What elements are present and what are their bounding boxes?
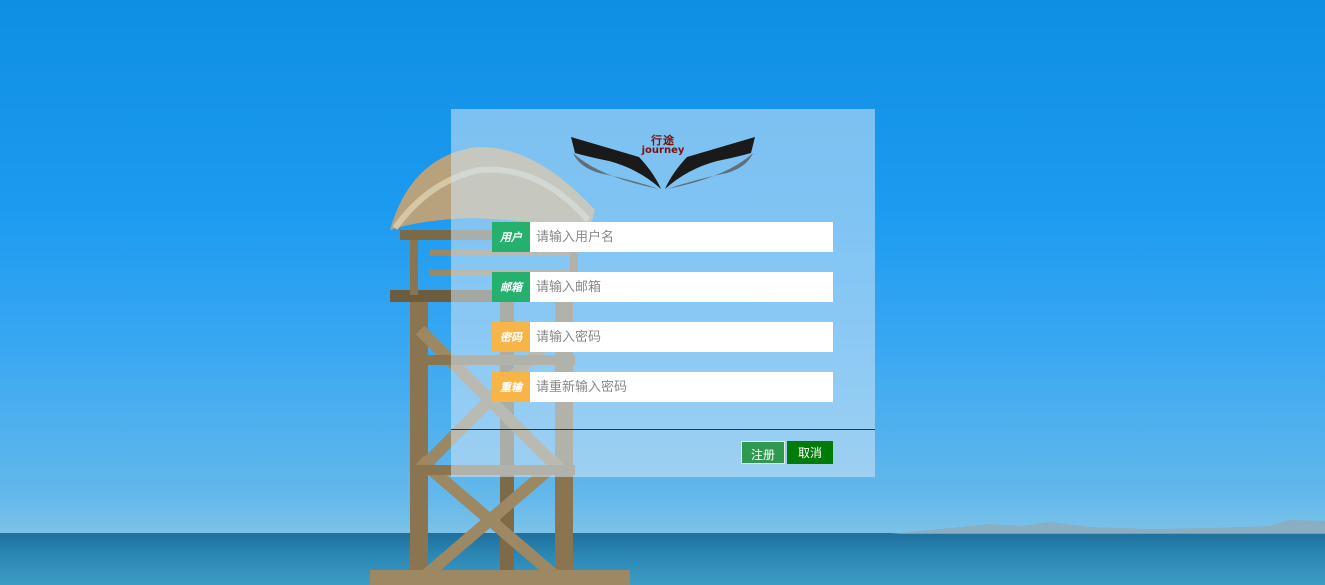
logo-text-english: journey: [641, 145, 685, 156]
username-field: 用户: [492, 222, 833, 252]
username-input[interactable]: [530, 222, 833, 252]
divider: [451, 429, 875, 430]
confirm-password-input[interactable]: [530, 372, 833, 402]
confirm-password-label: 重输: [492, 372, 530, 402]
password-label: 密码: [492, 322, 530, 352]
email-input[interactable]: [530, 272, 833, 302]
email-field: 邮箱: [492, 272, 833, 302]
password-field: 密码: [492, 322, 833, 352]
cancel-button[interactable]: 取消: [787, 441, 833, 464]
sea: [0, 533, 1325, 585]
username-label: 用户: [492, 222, 530, 252]
email-label: 邮箱: [492, 272, 530, 302]
password-input[interactable]: [530, 322, 833, 352]
confirm-password-field: 重输: [492, 372, 833, 402]
register-button[interactable]: 注册: [741, 441, 785, 464]
journey-logo: 行途 journey: [569, 129, 757, 193]
distant-coastline: [890, 520, 1325, 534]
register-panel: 行途 journey 用户 邮箱 密码 重输 注册 取消: [451, 109, 875, 477]
